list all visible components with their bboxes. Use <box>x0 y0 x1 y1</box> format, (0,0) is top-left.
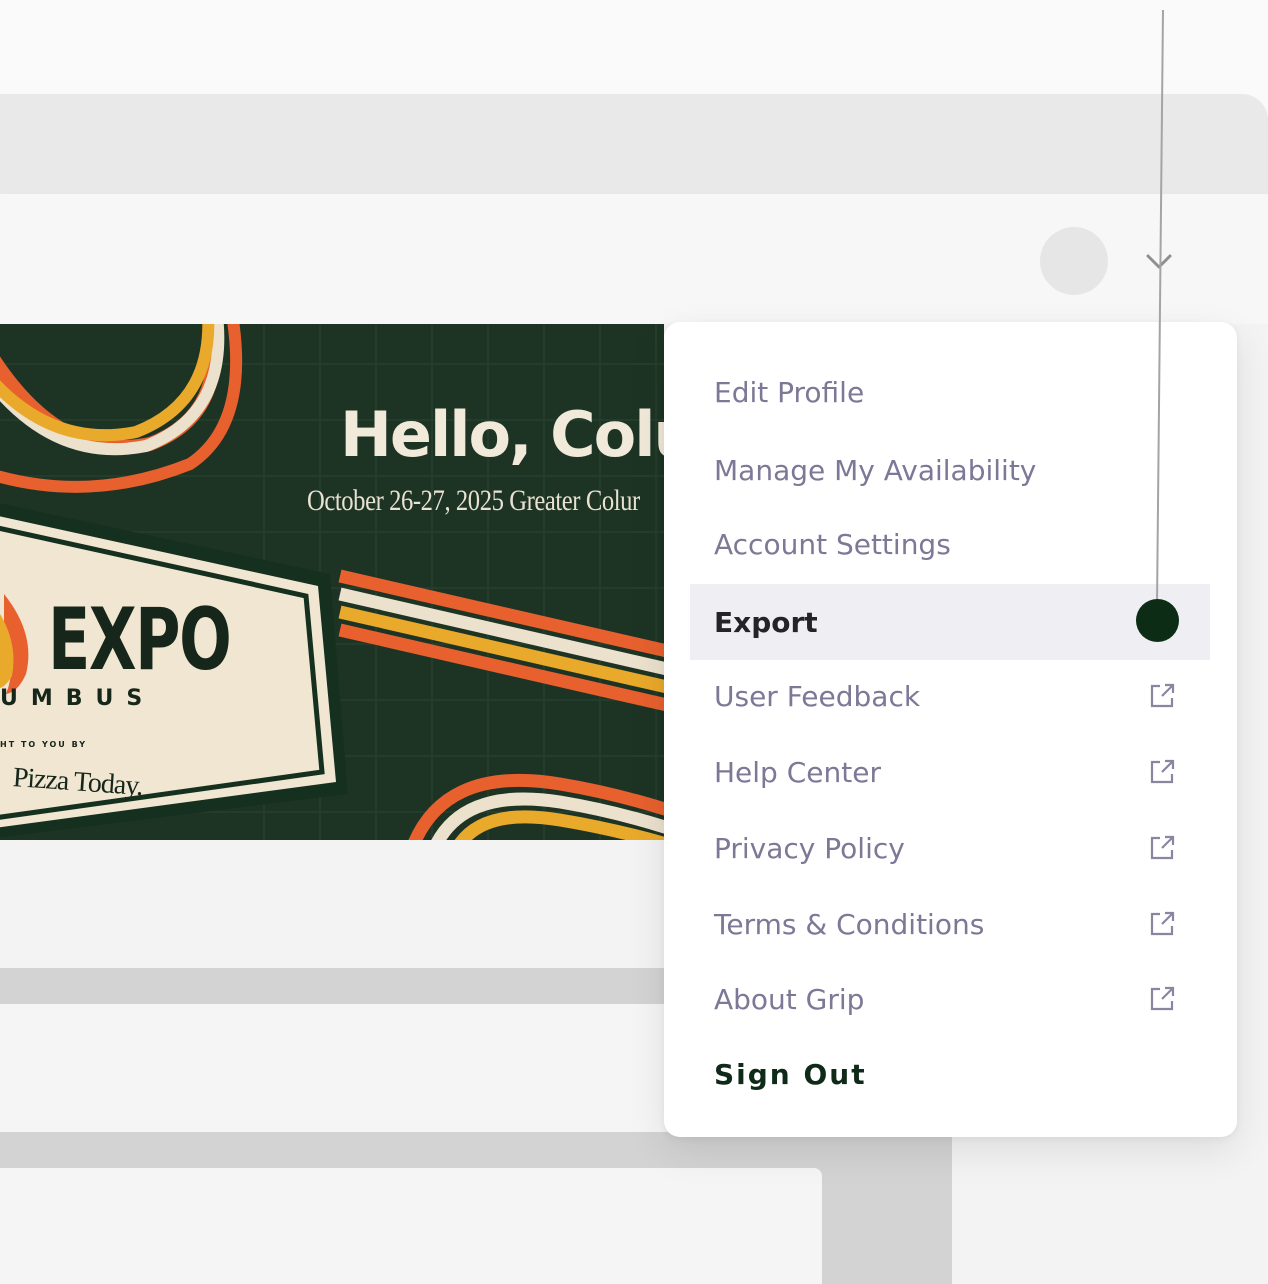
menu-item-label: About Grip <box>714 982 865 1016</box>
menu-item-label: Export <box>714 605 818 639</box>
section-divider <box>0 968 664 1004</box>
sign-out-label: Sign Out <box>714 1057 867 1091</box>
menu-item-privacy-policy[interactable]: Privacy Policy <box>690 810 1210 886</box>
chevron-down-icon[interactable] <box>1144 248 1174 274</box>
menu-item-account-settings[interactable]: Account Settings <box>690 506 1210 582</box>
menu-item-export[interactable]: Export <box>690 584 1210 660</box>
click-indicator <box>1136 599 1179 642</box>
external-link-icon <box>1150 986 1175 1011</box>
external-link-icon <box>1150 911 1175 936</box>
external-link-icon <box>1150 759 1175 784</box>
content-card <box>0 1168 822 1284</box>
menu-item-about-grip[interactable]: About Grip <box>690 961 1210 1037</box>
banner-headline: Hello, Colu <box>340 398 698 471</box>
menu-item-terms-conditions[interactable]: Terms & Conditions <box>690 886 1210 962</box>
browser-top-bar <box>0 94 1268 194</box>
menu-item-label: Terms & Conditions <box>714 907 985 941</box>
menu-item-label: Edit Profile <box>714 375 865 409</box>
menu-item-help-center[interactable]: Help Center <box>690 734 1210 810</box>
avatar[interactable] <box>1040 227 1108 295</box>
content-card <box>0 1004 664 1132</box>
sign-out-button[interactable]: Sign Out <box>690 1036 1210 1112</box>
profile-dropdown-menu: Edit Profile Manage My Availability Acco… <box>664 322 1237 1137</box>
banner-date: October 26-27, 2025 Greater Colur <box>307 484 640 517</box>
menu-item-edit-profile[interactable]: Edit Profile <box>690 354 1210 430</box>
menu-item-label: Manage My Availability <box>714 453 1037 487</box>
menu-item-label: Privacy Policy <box>714 831 905 865</box>
menu-item-label: User Feedback <box>714 679 921 713</box>
menu-item-label: Help Center <box>714 755 881 789</box>
menu-item-user-feedback[interactable]: User Feedback <box>690 658 1210 734</box>
menu-item-label: Account Settings <box>714 527 951 561</box>
external-link-icon <box>1150 835 1175 860</box>
menu-item-manage-availability[interactable]: Manage My Availability <box>690 432 1210 508</box>
external-link-icon <box>1150 683 1175 708</box>
